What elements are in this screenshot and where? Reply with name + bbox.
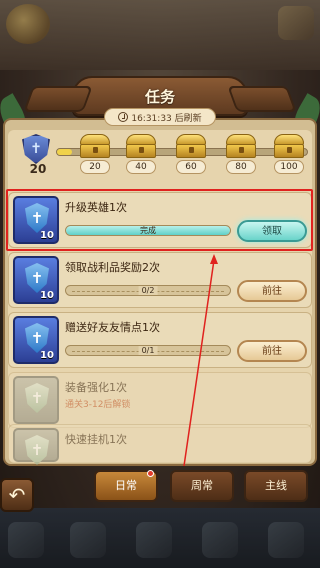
tab-main[interactable]: 主线 bbox=[244, 470, 308, 502]
tab-weekly[interactable]: 周常 bbox=[170, 470, 234, 502]
back-button[interactable]: ↶ bbox=[0, 478, 34, 512]
notification-dot bbox=[147, 470, 154, 477]
tab-label: 日常 bbox=[115, 479, 137, 492]
tab-label: 主线 bbox=[265, 479, 287, 492]
tab-daily[interactable]: 日常 bbox=[94, 470, 158, 502]
tab-bar: 日常 周常 主线 bbox=[94, 470, 308, 504]
tab-label: 周常 bbox=[191, 479, 213, 492]
